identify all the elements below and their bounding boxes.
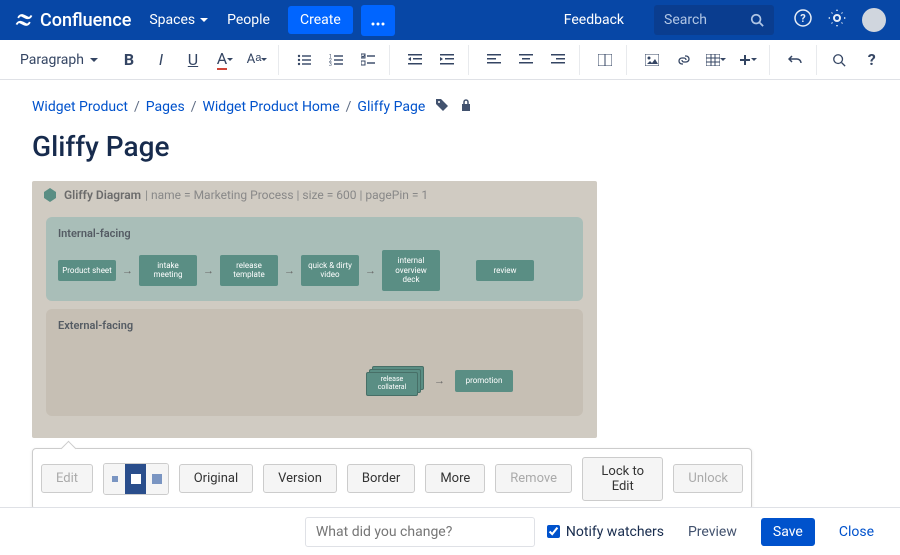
chevron-down-icon xyxy=(199,15,209,25)
svg-text:?: ? xyxy=(800,12,806,25)
macro-toolbar: Edit Original Version Border More Remove… xyxy=(32,448,752,507)
text-color-button[interactable]: A xyxy=(210,45,240,75)
find-button[interactable] xyxy=(825,45,854,75)
table-button[interactable] xyxy=(701,45,731,75)
diagram-node: internal overview deck xyxy=(382,250,440,291)
breadcrumb-link[interactable]: Widget Product xyxy=(32,99,128,115)
chevron-down-icon xyxy=(90,56,98,64)
macro-edit-button[interactable]: Edit xyxy=(41,464,93,493)
create-button[interactable]: Create xyxy=(288,6,353,34)
save-button[interactable]: Save xyxy=(761,518,815,546)
macro-unlock-button[interactable]: Unlock xyxy=(673,464,743,493)
underline-button[interactable]: U xyxy=(178,45,208,75)
editor-footer: Notify watchers Preview Save Close xyxy=(0,507,900,555)
macro-more-button[interactable]: More xyxy=(425,464,485,493)
diagram-node: quick & dirty video xyxy=(301,255,359,286)
notify-watchers-checkbox[interactable]: Notify watchers xyxy=(547,524,664,540)
numbered-list-button[interactable]: 123 xyxy=(321,45,351,75)
breadcrumb-link[interactable]: Pages xyxy=(146,99,185,115)
search-icon xyxy=(750,13,764,27)
gear-icon[interactable] xyxy=(828,9,846,31)
diagram-internal-section: Internal-facing Product sheet→ intake me… xyxy=(46,217,583,301)
size-large-button[interactable] xyxy=(146,464,167,494)
breadcrumb-link[interactable]: Widget Product Home xyxy=(202,99,339,115)
diagram-node: release template xyxy=(220,255,278,286)
close-button[interactable]: Close xyxy=(827,518,886,546)
undo-button[interactable] xyxy=(780,45,810,75)
diagram-node: Product sheet xyxy=(58,260,116,282)
tag-icon[interactable] xyxy=(435,98,449,116)
change-comment-input[interactable] xyxy=(305,517,535,547)
macro-size-select xyxy=(103,463,169,495)
macro-original-button[interactable]: Original xyxy=(179,464,253,493)
image-button[interactable] xyxy=(637,45,667,75)
insert-button[interactable] xyxy=(733,45,763,75)
dots-icon xyxy=(371,22,385,26)
layout-button[interactable] xyxy=(590,45,620,75)
link-button[interactable] xyxy=(669,45,699,75)
macro-header: Gliffy Diagram | name = Marketing Proces… xyxy=(32,181,597,209)
help-button[interactable]: ? xyxy=(857,45,886,75)
breadcrumb-link[interactable]: Gliffy Page xyxy=(357,99,425,115)
nav-people[interactable]: People xyxy=(227,12,270,28)
app-name: Confluence xyxy=(40,10,131,31)
outdent-button[interactable] xyxy=(400,45,430,75)
macro-version-button[interactable]: Version xyxy=(263,464,337,493)
nav-spaces[interactable]: Spaces xyxy=(149,12,209,28)
bold-button[interactable]: B xyxy=(114,45,144,75)
nav-more-button[interactable] xyxy=(361,5,395,36)
app-logo[interactable]: Confluence xyxy=(14,10,131,31)
help-icon[interactable]: ? xyxy=(794,9,812,31)
diagram-node-stack: release collateral xyxy=(366,366,424,396)
diagram-external-section: External-facing release collateral → pro… xyxy=(46,309,583,416)
avatar[interactable] xyxy=(862,8,886,32)
diagram-node: intake meeting xyxy=(139,255,197,286)
align-left-button[interactable] xyxy=(479,45,509,75)
diagram-node: review xyxy=(476,260,534,282)
gliffy-macro[interactable]: Gliffy Diagram | name = Marketing Proces… xyxy=(32,181,597,438)
gliffy-icon xyxy=(42,187,58,203)
preview-button[interactable]: Preview xyxy=(676,518,749,546)
restrictions-icon[interactable] xyxy=(459,98,473,116)
align-center-button[interactable] xyxy=(511,45,541,75)
italic-button[interactable]: I xyxy=(146,45,176,75)
page-title[interactable]: Gliffy Page xyxy=(32,130,868,163)
macro-lock-button[interactable]: Lock to Edit xyxy=(582,457,663,501)
editor-toolbar: Paragraph B I U A Aᵃ 123 ? xyxy=(0,40,900,80)
macro-remove-button[interactable]: Remove xyxy=(495,464,572,493)
confluence-icon xyxy=(14,10,34,30)
size-small-button[interactable] xyxy=(104,464,125,494)
bullet-list-button[interactable] xyxy=(289,45,319,75)
paragraph-select[interactable]: Paragraph xyxy=(14,52,104,68)
indent-button[interactable] xyxy=(432,45,462,75)
size-medium-button[interactable] xyxy=(125,464,146,494)
svg-text:3: 3 xyxy=(329,62,332,67)
task-list-button[interactable] xyxy=(353,45,383,75)
more-format-button[interactable]: Aᵃ xyxy=(242,45,272,75)
align-right-button[interactable] xyxy=(543,45,573,75)
macro-border-button[interactable]: Border xyxy=(347,464,415,493)
search-input[interactable]: Search xyxy=(654,5,774,35)
diagram-node: promotion xyxy=(455,370,513,392)
breadcrumb: Widget Product/ Pages/ Widget Product Ho… xyxy=(32,98,868,116)
nav-feedback[interactable]: Feedback xyxy=(564,12,624,28)
